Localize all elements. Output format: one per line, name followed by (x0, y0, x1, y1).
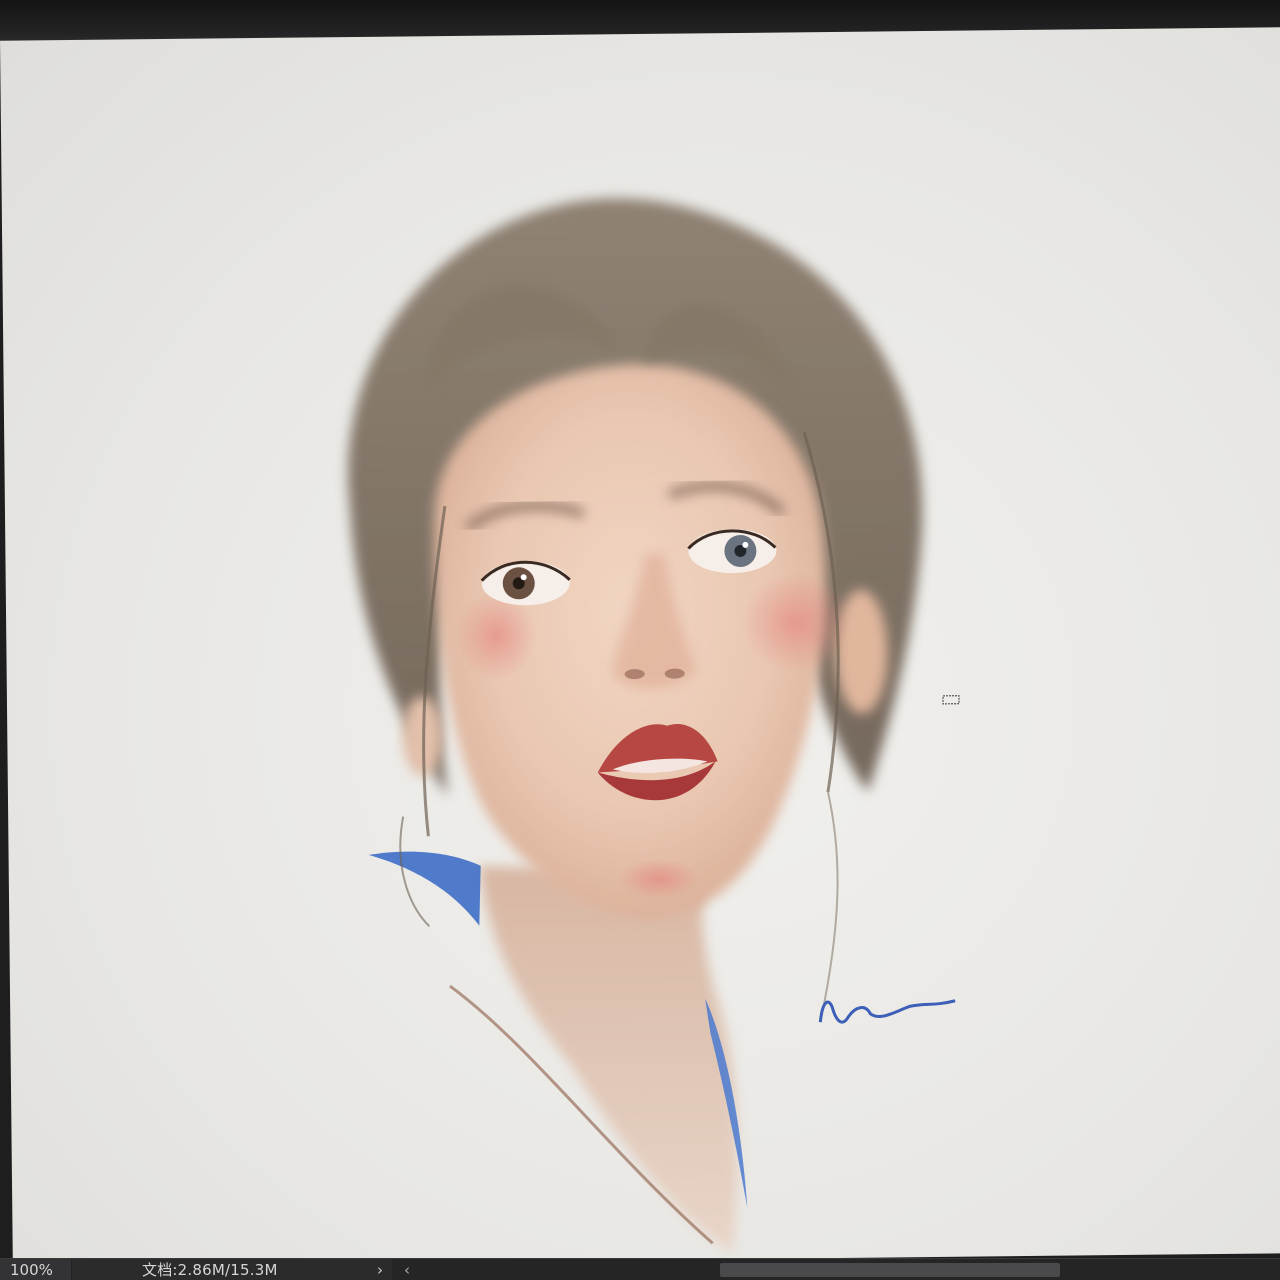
horizontal-scrollbar[interactable]: ‹ (392, 1259, 1280, 1280)
status-bar: 100% 文档:2.86M/15.3M › ‹ (0, 1258, 1280, 1280)
document-size-info: 文档:2.86M/15.3M (142, 1261, 278, 1279)
zoom-level-field[interactable]: 100% (0, 1259, 72, 1280)
portrait-artwork (348, 198, 956, 1254)
chevron-left-icon[interactable]: ‹ (400, 1259, 414, 1280)
app-screen: 100% 文档:2.86M/15.3M › ‹ (0, 0, 1280, 1280)
brush-cursor-icon (942, 695, 960, 705)
scrollbar-thumb[interactable] (720, 1263, 1060, 1277)
zoom-level-text: 100% (10, 1261, 53, 1279)
document-canvas[interactable] (0, 27, 1280, 1267)
chevron-right-icon[interactable]: › (372, 1259, 388, 1280)
